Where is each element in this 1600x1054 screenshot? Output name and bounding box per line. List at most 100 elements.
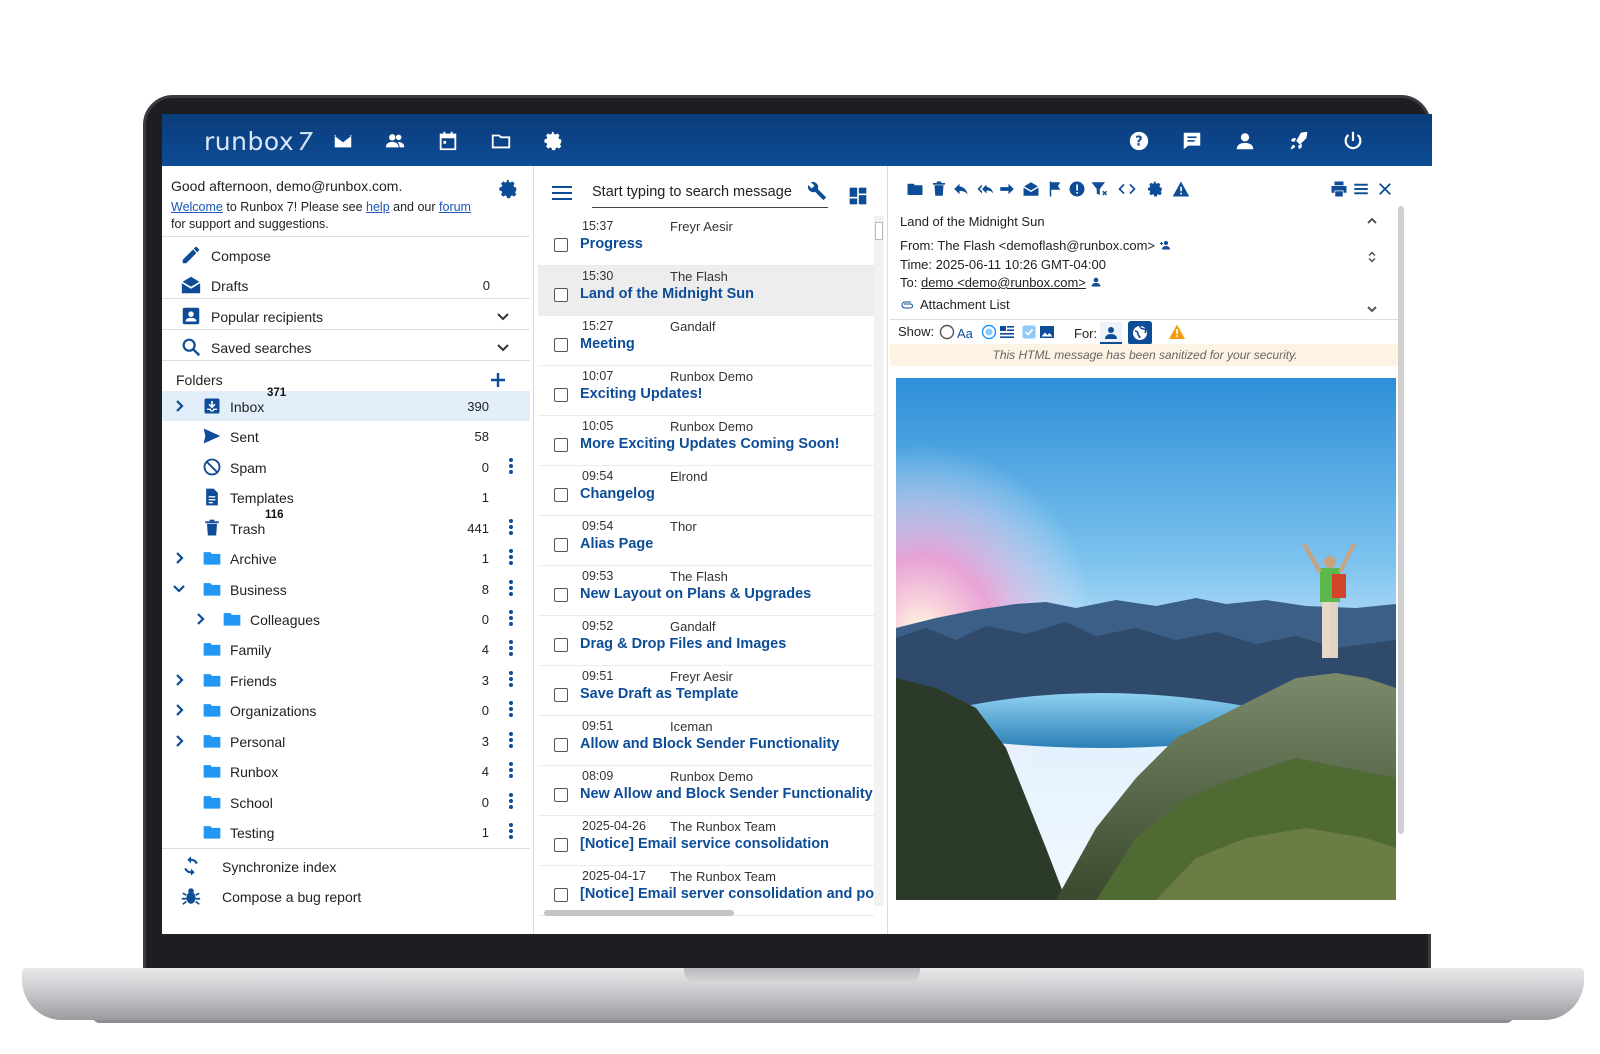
chevron-right-icon[interactable]: [195, 612, 207, 626]
warning-icon[interactable]: [1168, 323, 1186, 341]
chevron-right-icon[interactable]: [174, 673, 186, 687]
forward-icon[interactable]: [998, 180, 1016, 198]
show-images-checkbox[interactable]: [1020, 323, 1038, 341]
message-row[interactable]: 09:52 Gandalf Drag & Drop Files and Images: [538, 616, 874, 666]
folder-school[interactable]: School 0: [162, 787, 530, 817]
for-sender-toggle[interactable]: [1100, 322, 1122, 344]
folder-runbox[interactable]: Runbox 4: [162, 756, 530, 786]
message-row[interactable]: 15:37 Freyr Aesir Progress: [538, 216, 874, 266]
message-checkbox[interactable]: [554, 638, 568, 652]
folder-menu-icon[interactable]: [508, 580, 514, 598]
calendar-icon[interactable]: [437, 130, 459, 152]
wrench-icon[interactable]: [806, 180, 828, 202]
folder-menu-icon[interactable]: [508, 549, 514, 567]
sync-index-button[interactable]: Synchronize index: [162, 851, 530, 881]
print-icon[interactable]: [1330, 180, 1348, 198]
filter-icon[interactable]: [1090, 180, 1108, 198]
message-checkbox[interactable]: [554, 788, 568, 802]
folder-colleagues[interactable]: Colleagues 0: [162, 604, 530, 634]
message-checkbox[interactable]: [554, 688, 568, 702]
drafts-item[interactable]: Drafts 0: [162, 270, 530, 301]
message-checkbox[interactable]: [554, 238, 568, 252]
folder-menu-icon[interactable]: [508, 671, 514, 689]
sidebar-settings-icon[interactable]: [497, 178, 519, 200]
html-mode-radio[interactable]: [980, 323, 998, 341]
chevron-right-icon[interactable]: [174, 734, 186, 748]
chevron-down-icon[interactable]: [496, 309, 510, 323]
message-row[interactable]: 2025-04-17 The Runbox Team [Notice] Email …: [538, 866, 874, 916]
forum-link[interactable]: forum: [439, 200, 471, 214]
to-recipient[interactable]: demo <demo@runbox.com>: [921, 275, 1086, 290]
settings-icon[interactable]: [542, 130, 564, 152]
message-row[interactable]: 09:54 Thor Alias Page: [538, 516, 874, 566]
message-checkbox[interactable]: [554, 538, 568, 552]
message-row[interactable]: 2025-04-26 The Runbox Team [Notice] Email …: [538, 816, 874, 866]
message-row[interactable]: 15:27 Gandalf Meeting: [538, 316, 874, 366]
message-settings-icon[interactable]: [1146, 180, 1164, 198]
chevron-up-icon[interactable]: [1366, 214, 1378, 226]
message-checkbox[interactable]: [554, 388, 568, 402]
reply-icon[interactable]: [952, 180, 970, 198]
search-input[interactable]: [592, 176, 792, 200]
folder-personal[interactable]: Personal 3: [162, 726, 530, 756]
folder-friends[interactable]: Friends 3: [162, 665, 530, 695]
help-icon[interactable]: ?: [1128, 130, 1150, 152]
power-icon[interactable]: [1342, 130, 1364, 152]
rocket-icon[interactable]: [1288, 130, 1310, 152]
popular-recipients-item[interactable]: Popular recipients: [162, 301, 530, 332]
folder-menu-icon[interactable]: [508, 732, 514, 750]
move-folder-icon[interactable]: [906, 180, 924, 198]
folder-menu-icon[interactable]: [508, 640, 514, 658]
flag-icon[interactable]: [1046, 180, 1064, 198]
contacts-icon[interactable]: [384, 130, 406, 152]
message-row[interactable]: 10:07 Runbox Demo Exciting Updates!: [538, 366, 874, 416]
delete-icon[interactable]: [930, 180, 948, 198]
text-mode-radio[interactable]: [938, 323, 956, 341]
chevron-down-icon[interactable]: [1366, 302, 1378, 314]
reading-pane-scrollbar[interactable]: [1398, 206, 1404, 834]
mark-read-icon[interactable]: [1022, 180, 1040, 198]
saved-searches-item[interactable]: Saved searches: [162, 332, 530, 363]
chevron-right-icon[interactable]: [174, 703, 186, 717]
message-checkbox[interactable]: [554, 288, 568, 302]
expand-headers-icon[interactable]: [1366, 250, 1378, 263]
message-row[interactable]: 09:54 Elrond Changelog: [538, 466, 874, 516]
contact-icon[interactable]: [1090, 276, 1102, 288]
folder-menu-icon[interactable]: [508, 793, 514, 811]
for-everyone-toggle[interactable]: [1128, 321, 1152, 345]
folder-menu-icon[interactable]: [508, 762, 514, 780]
message-row[interactable]: 10:05 Runbox Demo More Exciting Updates Co…: [538, 416, 874, 466]
message-list-scrollbar[interactable]: [874, 216, 884, 906]
folder-menu-icon[interactable]: [508, 519, 514, 537]
attachment-list-toggle[interactable]: Attachment List: [900, 297, 1010, 312]
chevron-right-icon[interactable]: [174, 399, 186, 413]
report-warning-icon[interactable]: [1172, 180, 1190, 198]
layout-icon[interactable]: [848, 186, 868, 206]
horizontal-scrollbar[interactable]: [544, 910, 734, 916]
welcome-link[interactable]: Welcome: [171, 200, 223, 214]
reply-all-icon[interactable]: [976, 180, 994, 198]
message-checkbox[interactable]: [554, 338, 568, 352]
message-row[interactable]: 09:53 The Flash New Layout on Plans & Upgr…: [538, 566, 874, 616]
folder-archive[interactable]: Archive 1: [162, 543, 530, 573]
folder-organizations[interactable]: Organizations 0: [162, 695, 530, 725]
chevron-right-icon[interactable]: [174, 551, 186, 565]
mail-icon[interactable]: [332, 130, 354, 152]
folder-menu-icon[interactable]: [508, 458, 514, 476]
folder-menu-icon[interactable]: [508, 701, 514, 719]
message-row[interactable]: 15:30 The Flash Land of the Midnight Sun: [538, 266, 874, 316]
message-row[interactable]: 09:51 Freyr Aesir Save Draft as Template: [538, 666, 874, 716]
scrollbar-thumb[interactable]: [875, 222, 883, 240]
list-menu-icon[interactable]: [1352, 180, 1370, 198]
message-checkbox[interactable]: [554, 438, 568, 452]
folder-family[interactable]: Family 4: [162, 634, 530, 664]
folder-menu-icon[interactable]: [508, 610, 514, 628]
message-checkbox[interactable]: [554, 488, 568, 502]
folder-trash[interactable]: Trash 116 441: [162, 509, 530, 543]
message-row[interactable]: 08:09 Runbox Demo New Allow and Block Send…: [538, 766, 874, 816]
folder-inbox[interactable]: Inbox 371 390: [162, 387, 530, 421]
add-folder-icon[interactable]: [488, 370, 508, 390]
folder-spam[interactable]: Spam 0: [162, 452, 530, 482]
menu-icon[interactable]: [552, 186, 572, 202]
message-checkbox[interactable]: [554, 738, 568, 752]
